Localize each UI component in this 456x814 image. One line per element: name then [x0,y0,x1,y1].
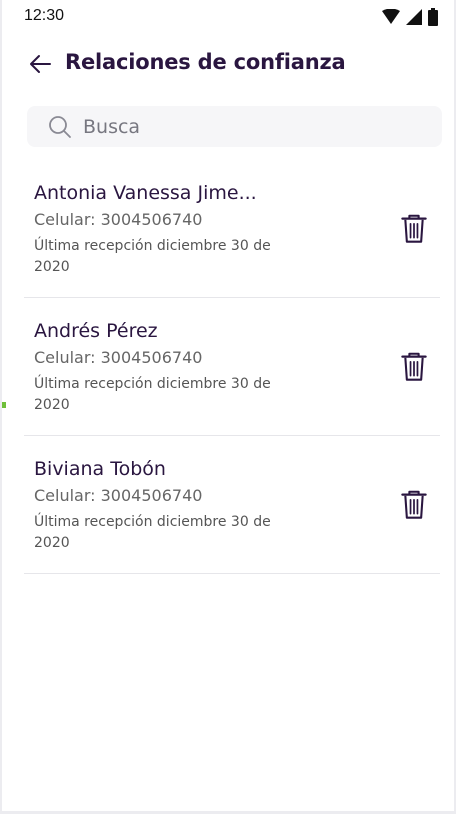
delete-button[interactable] [400,490,428,520]
arrow-left-icon [30,55,51,73]
back-button[interactable] [24,48,56,80]
search-input[interactable] [83,110,423,143]
trash-icon [401,352,427,381]
delete-button[interactable] [400,352,428,382]
page-title: Relaciones de confianza [65,50,346,74]
contact-name: Andrés Pérez [34,320,158,342]
screen: 12:30 Relaciones de confianza Busca Anto… [0,0,456,814]
contact-row[interactable]: Andrés Pérez Celular: 3004506740 Última … [24,298,440,436]
contact-last-reception: Última recepción diciembre 30 de 2020 [34,376,271,413]
status-bar: 12:30 [2,0,456,34]
contact-name: Biviana Tobón [34,458,166,480]
contact-last-reception: Última recepción diciembre 30 de 2020 [34,514,271,551]
battery-icon [428,8,438,26]
wifi-icon [382,9,400,24]
status-time: 12:30 [24,7,65,24]
trash-icon [401,214,427,243]
contact-phone: Celular: 3004506740 [34,486,203,505]
status-icons [382,8,438,26]
contact-last-reception: Última recepción diciembre 30 de 2020 [34,238,271,275]
contact-row[interactable]: Antonia Vanessa Jime... Celular: 3004506… [24,160,440,298]
signal-icon [406,9,422,25]
trash-icon [401,490,427,519]
contact-row[interactable]: Biviana Tobón Celular: 3004506740 Última… [24,436,440,574]
contact-phone: Celular: 3004506740 [34,210,203,229]
contact-phone: Celular: 3004506740 [34,348,203,367]
contacts-list: Antonia Vanessa Jime... Celular: 3004506… [24,160,440,574]
contact-name: Antonia Vanessa Jime... [34,182,257,204]
search-icon [49,116,71,138]
top-app-bar: Relaciones de confianza [2,40,456,92]
delete-button[interactable] [400,214,428,244]
search-bar[interactable] [27,106,442,147]
edge-indicator [2,402,6,408]
